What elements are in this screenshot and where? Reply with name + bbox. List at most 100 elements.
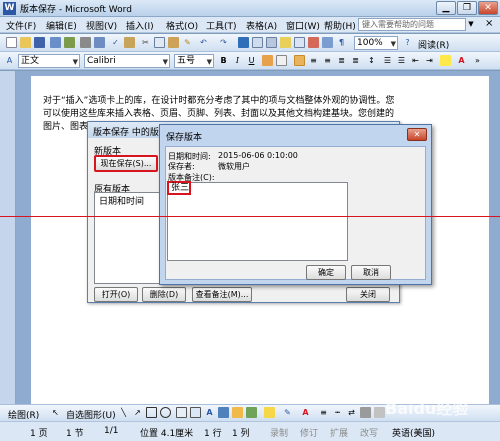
hyperlink-icon[interactable]	[238, 37, 249, 48]
arrow-style-icon[interactable]: ⇄	[346, 407, 357, 418]
justify-icon[interactable]: ≣	[336, 55, 347, 66]
open-button[interactable]: 打开(O)	[94, 287, 138, 302]
format-painter-icon[interactable]: ✎	[182, 37, 193, 48]
version-comment-field[interactable]	[167, 182, 348, 261]
save-dialog-close-icon[interactable]: ✕	[407, 128, 427, 141]
arrow-icon[interactable]: ↗	[132, 407, 143, 418]
tables-borders-icon[interactable]	[252, 37, 263, 48]
draw-font-color-icon[interactable]: A	[300, 407, 311, 418]
autoshapes-button[interactable]: 自选图形(U)	[66, 408, 116, 421]
paste-icon[interactable]	[168, 37, 179, 48]
decrease-indent-icon[interactable]: ⇤	[410, 55, 421, 66]
3d-icon[interactable]	[374, 407, 385, 418]
menu-insert[interactable]: 插入(I)	[126, 19, 154, 32]
line-color-icon[interactable]: ✎	[282, 407, 293, 418]
align-right-icon[interactable]: ≡	[322, 55, 333, 66]
line-spacing-icon[interactable]: ↕	[366, 55, 377, 66]
status-extend[interactable]: 扩展	[330, 426, 348, 439]
drawing-icon[interactable]	[308, 37, 319, 48]
italic-icon[interactable]: I	[232, 55, 243, 66]
menu-view[interactable]: 视图(V)	[86, 19, 117, 32]
print-preview-icon[interactable]	[94, 37, 105, 48]
columns-icon[interactable]	[294, 37, 305, 48]
shadow-icon[interactable]	[360, 407, 371, 418]
style-select[interactable]: 正文 ▼	[18, 54, 80, 68]
document-map-icon[interactable]	[322, 37, 333, 48]
select-objects-icon[interactable]: ↖	[50, 407, 61, 418]
line-style-icon[interactable]: ≡	[318, 407, 329, 418]
menu-edit[interactable]: 编辑(E)	[46, 19, 77, 32]
delete-button[interactable]: 删除(D)	[142, 287, 186, 302]
line-icon[interactable]: ╲	[118, 407, 129, 418]
oval-icon[interactable]	[160, 407, 171, 418]
font-select[interactable]: Calibri ▼	[84, 54, 170, 68]
window-close-icon[interactable]: ✕	[478, 1, 498, 15]
help-icon[interactable]: ?	[402, 37, 413, 48]
copy-icon[interactable]	[154, 37, 165, 48]
insert-table-icon[interactable]	[266, 37, 277, 48]
email-icon[interactable]	[64, 37, 75, 48]
maximize-icon[interactable]: ❐	[457, 1, 477, 15]
draw-menu-button[interactable]: 绘图(R)	[8, 408, 39, 421]
clip-art-icon[interactable]	[232, 407, 243, 418]
save-version-title: 保存版本	[166, 133, 203, 143]
print-icon[interactable]	[80, 37, 91, 48]
char-border-icon[interactable]	[262, 55, 273, 66]
highlight-icon[interactable]	[440, 55, 451, 66]
permission-icon[interactable]	[50, 37, 61, 48]
menu-file[interactable]: 文件(F)	[6, 19, 36, 32]
open-folder-icon[interactable]	[20, 37, 31, 48]
help-search-input[interactable]: 键入需要帮助的问题	[358, 18, 466, 31]
distributed-align-icon[interactable]: ≣	[350, 55, 361, 66]
document-close-icon[interactable]: ×	[485, 18, 493, 29]
align-left-icon[interactable]	[294, 55, 305, 66]
spelling-icon[interactable]: ✓	[110, 37, 121, 48]
styles-pane-icon[interactable]: A	[4, 55, 15, 66]
ok-button[interactable]: 确定	[306, 265, 346, 280]
underline-icon[interactable]: U	[246, 55, 257, 66]
numbering-icon[interactable]: ☰	[382, 55, 393, 66]
help-dropdown-icon[interactable]: ▼	[466, 18, 476, 31]
status-revision[interactable]: 修订	[300, 426, 318, 439]
bullets-icon[interactable]: ☰	[396, 55, 407, 66]
picture-icon[interactable]	[246, 407, 257, 418]
minimize-icon[interactable]: ▁	[436, 1, 456, 15]
zoom-select[interactable]: 100% ▼	[354, 36, 398, 50]
diagram-icon[interactable]	[218, 407, 229, 418]
align-center-icon[interactable]: ≡	[308, 55, 319, 66]
status-record[interactable]: 录制	[270, 426, 288, 439]
insert-excel-icon[interactable]	[280, 37, 291, 48]
cancel-button[interactable]: 取消	[351, 265, 391, 280]
redo-icon[interactable]: ↷	[218, 37, 229, 48]
fill-color-icon[interactable]	[264, 407, 275, 418]
status-overtype[interactable]: 改写	[360, 426, 378, 439]
rectangle-icon[interactable]	[146, 407, 157, 418]
menu-window[interactable]: 窗口(W)	[286, 19, 320, 32]
menu-help[interactable]: 帮助(H)	[324, 19, 356, 32]
text-box-icon[interactable]	[176, 407, 187, 418]
undo-icon[interactable]: ↶	[198, 37, 209, 48]
menu-tools[interactable]: 工具(T)	[206, 19, 237, 32]
wordart-icon[interactable]: A	[204, 407, 215, 418]
cut-icon[interactable]: ✂	[140, 37, 151, 48]
increase-indent-icon[interactable]: ⇥	[424, 55, 435, 66]
document-line-2: 可以使用这些库来插入表格、页眉、页脚、列表、封面以及其他文档构建基块。您创建的	[43, 109, 395, 119]
close-button[interactable]: 关闭	[346, 287, 390, 302]
zoom-value: 100%	[357, 38, 383, 48]
new-document-icon[interactable]	[6, 37, 17, 48]
toolbar-options-icon[interactable]: »	[472, 55, 483, 66]
vertical-text-box-icon[interactable]	[190, 407, 201, 418]
font-size-select[interactable]: 五号 ▼	[174, 54, 214, 68]
reading-layout-button[interactable]: 阅读(R)	[418, 38, 449, 51]
show-hide-icon[interactable]: ¶	[336, 37, 347, 48]
dash-style-icon[interactable]: ┅	[332, 407, 343, 418]
save-now-button[interactable]: 现在保存(S)...	[94, 155, 158, 172]
view-comments-button[interactable]: 查看备注(M)...	[192, 287, 252, 302]
research-icon[interactable]	[124, 37, 135, 48]
char-shading-icon[interactable]	[276, 55, 287, 66]
menu-format[interactable]: 格式(O)	[166, 19, 198, 32]
font-color-icon[interactable]: A	[456, 55, 467, 66]
menu-table[interactable]: 表格(A)	[246, 19, 277, 32]
bold-icon[interactable]: B	[218, 55, 229, 66]
save-icon[interactable]	[34, 37, 45, 48]
